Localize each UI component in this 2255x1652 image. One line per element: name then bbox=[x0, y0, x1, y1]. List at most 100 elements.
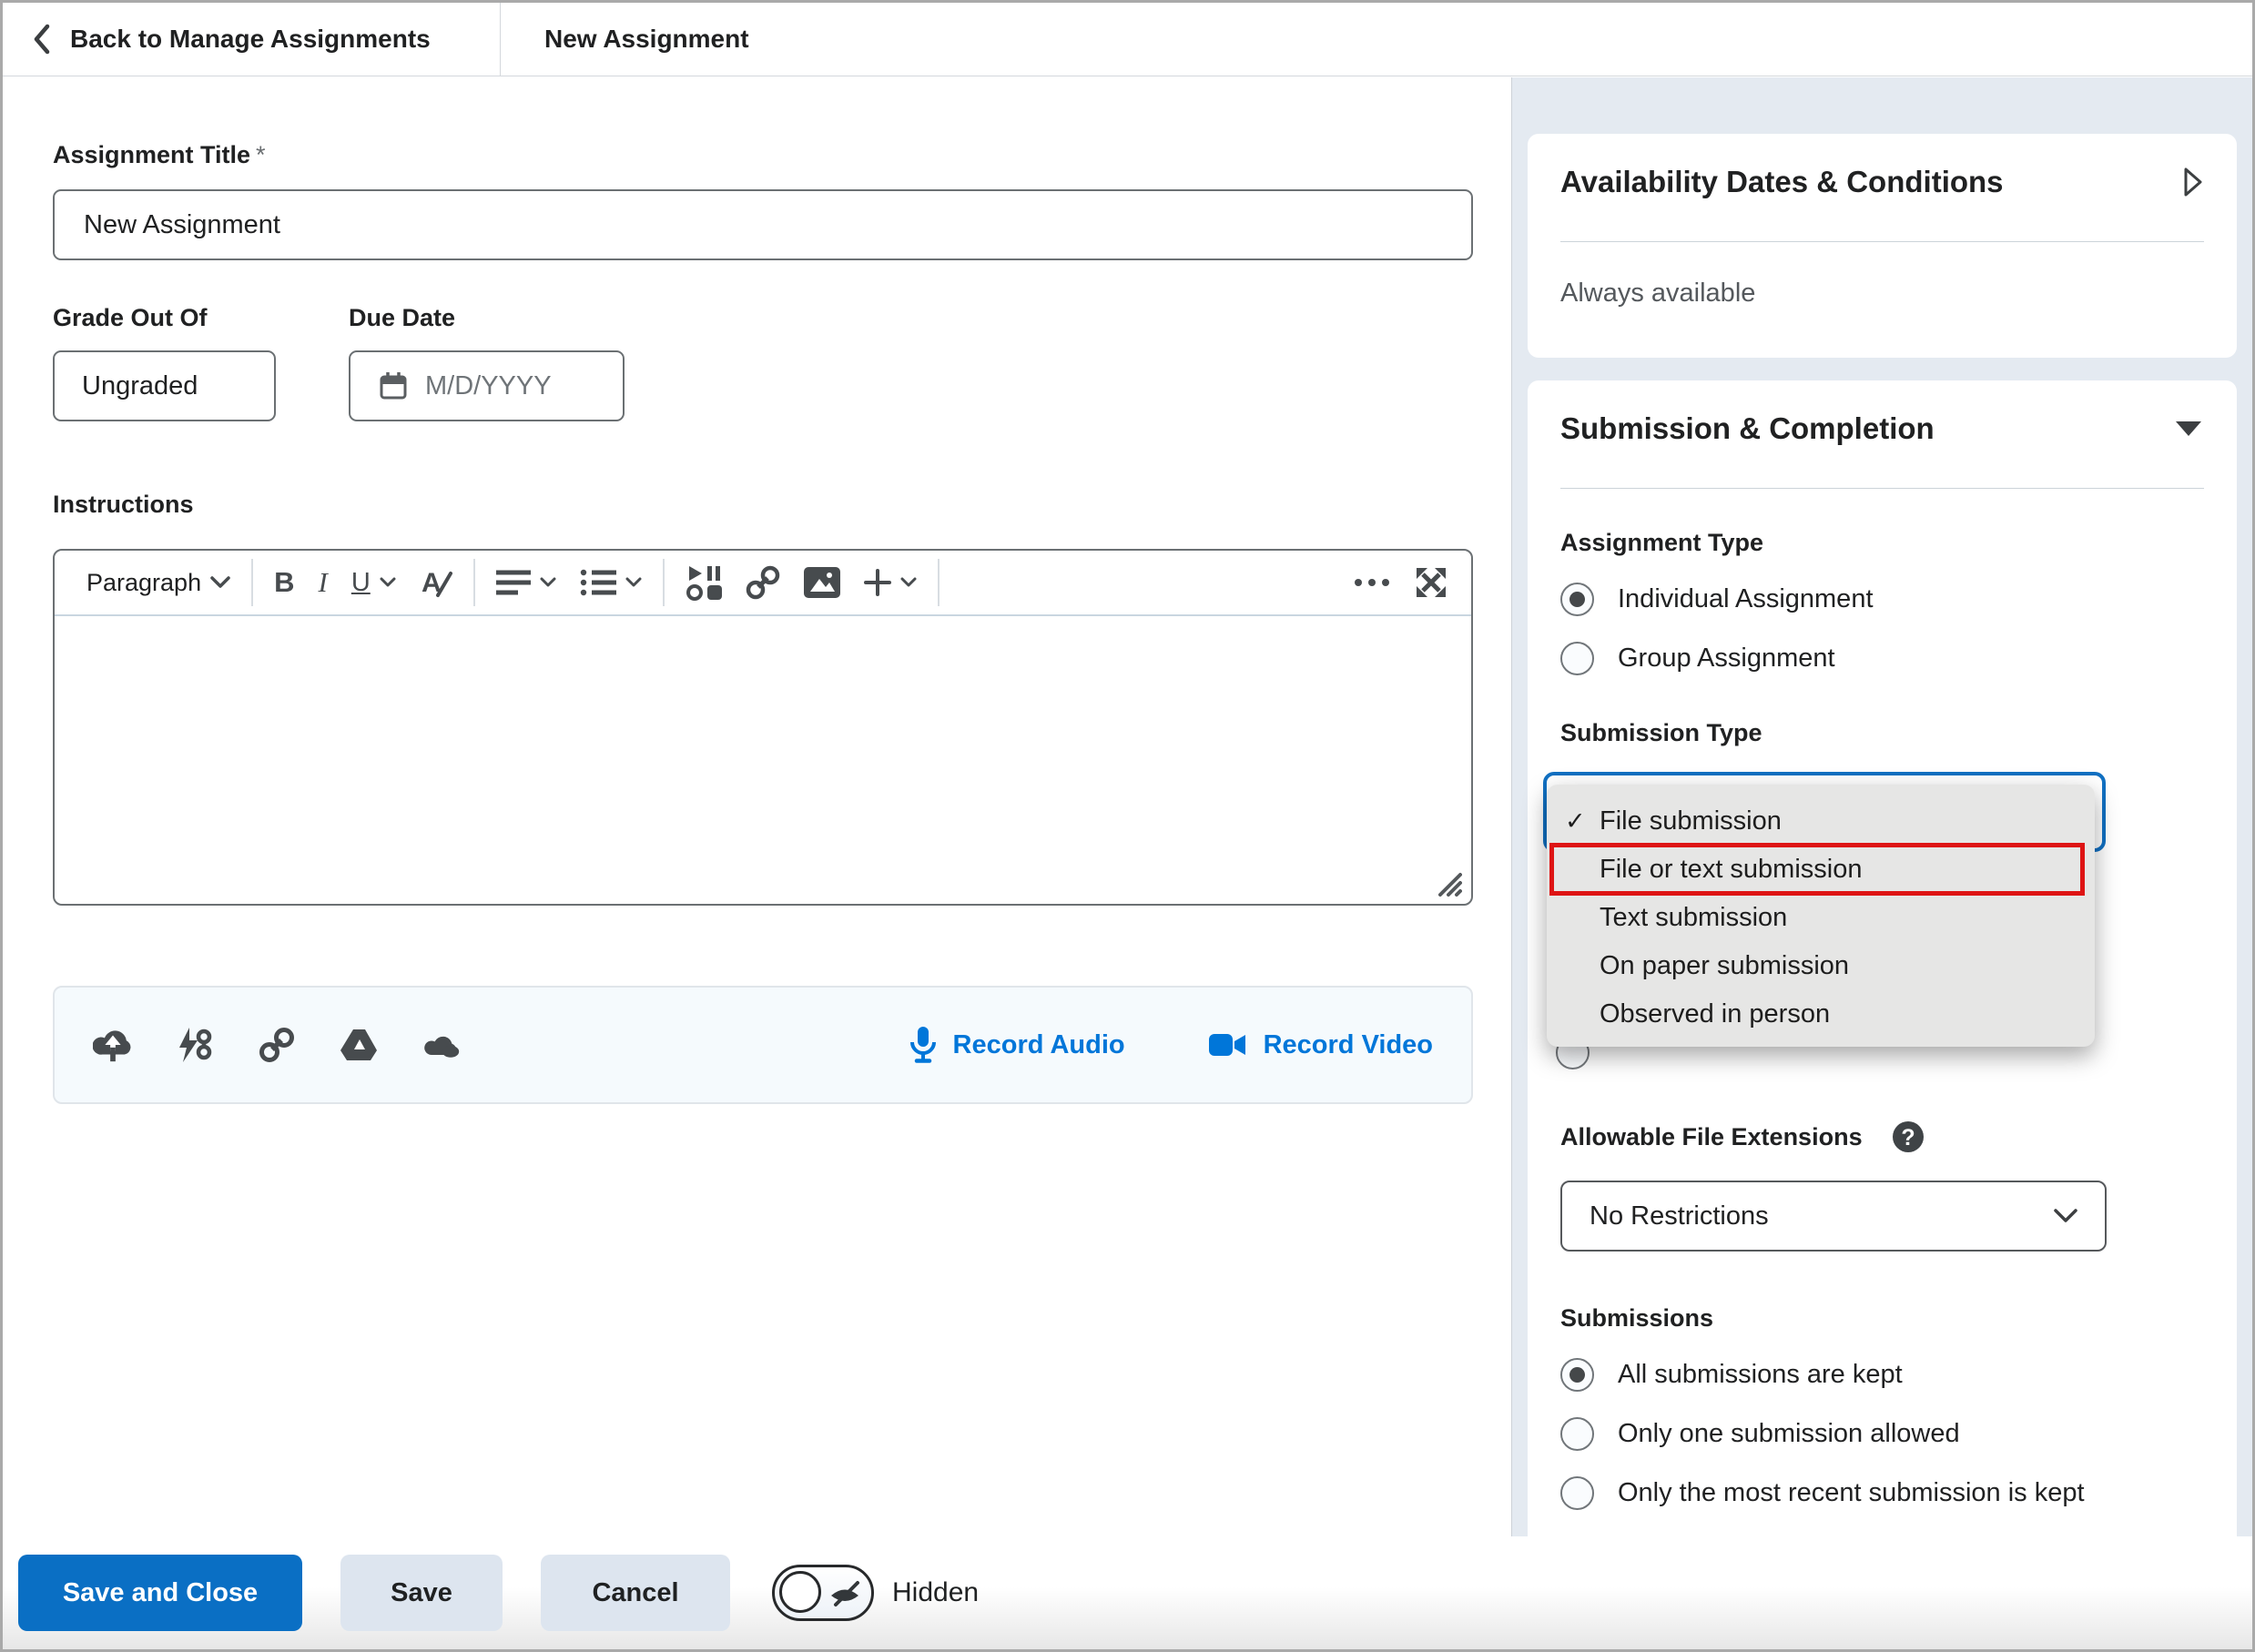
chevron-down-icon bbox=[540, 577, 556, 588]
most-recent-submission-radio[interactable]: Only the most recent submission is kept bbox=[1560, 1476, 2204, 1510]
attachments-toolbar: Record Audio Record Video bbox=[53, 986, 1473, 1104]
checkmark-icon: ✓ bbox=[1565, 807, 1600, 836]
required-indicator: * bbox=[256, 141, 266, 168]
instructions-text-area[interactable] bbox=[55, 616, 1471, 904]
new-assignment-page: Back to Manage Assignments New Assignmen… bbox=[0, 0, 2255, 1652]
individual-assignment-radio[interactable]: Individual Assignment bbox=[1560, 583, 2204, 616]
more-actions-button[interactable] bbox=[1342, 557, 1402, 608]
link-icon bbox=[259, 1027, 295, 1063]
insert-more-dropdown[interactable] bbox=[852, 557, 929, 608]
instructions-label: Instructions bbox=[53, 491, 1473, 519]
eye-slash-icon bbox=[828, 1578, 862, 1609]
radio-unselected-icon bbox=[1560, 642, 1594, 675]
editor-toolbar: Paragraph B I U A bbox=[55, 551, 1471, 616]
grade-out-of-button[interactable]: Ungraded bbox=[53, 350, 276, 421]
radio-selected-icon bbox=[1560, 1358, 1594, 1392]
onedrive-cloud-icon bbox=[421, 1030, 461, 1059]
insert-stuff-button[interactable] bbox=[674, 557, 734, 608]
ellipsis-icon bbox=[1354, 578, 1390, 587]
assignment-type-label: Assignment Type bbox=[1560, 529, 2204, 557]
action-bar: Save and Close Save Cancel Hidden bbox=[3, 1536, 2252, 1649]
insert-image-button[interactable] bbox=[792, 557, 852, 608]
back-to-manage-assignments-link[interactable]: Back to Manage Assignments bbox=[3, 3, 500, 76]
bold-button[interactable]: B bbox=[262, 557, 306, 608]
save-and-close-button[interactable]: Save and Close bbox=[18, 1555, 302, 1631]
google-drive-icon bbox=[339, 1027, 379, 1063]
list-dropdown[interactable] bbox=[568, 557, 654, 608]
video-camera-icon bbox=[1209, 1031, 1247, 1059]
fullscreen-button[interactable] bbox=[1402, 557, 1460, 608]
upload-cloud-icon bbox=[93, 1026, 133, 1064]
quicklink-button[interactable] bbox=[175, 1025, 215, 1065]
toolbar-separator bbox=[663, 559, 665, 606]
due-date-placeholder: M/D/YYYY bbox=[425, 371, 552, 401]
help-icon[interactable]: ? bbox=[1890, 1119, 1926, 1155]
availability-dates-title: Availability Dates & Conditions bbox=[1560, 165, 2004, 199]
font-color-button[interactable]: A bbox=[408, 557, 464, 608]
align-icon bbox=[496, 569, 531, 596]
page-header: Back to Manage Assignments New Assignmen… bbox=[3, 3, 2252, 76]
grade-out-of-label: Grade Out Of bbox=[53, 304, 276, 332]
bullet-list-icon bbox=[580, 569, 616, 596]
assignment-title-input[interactable] bbox=[53, 189, 1473, 260]
toolbar-separator bbox=[938, 559, 940, 606]
svg-text:?: ? bbox=[1901, 1125, 1915, 1150]
fullscreen-icon bbox=[1414, 565, 1448, 600]
radio-unselected-icon bbox=[1560, 1476, 1594, 1510]
allowable-file-extensions-label: Allowable File Extensions bbox=[1560, 1123, 1863, 1151]
insert-stuff-icon bbox=[686, 564, 722, 601]
underline-dropdown[interactable]: U bbox=[340, 557, 408, 608]
link-icon bbox=[746, 565, 780, 600]
page-title: New Assignment bbox=[544, 25, 749, 54]
card-divider bbox=[1560, 488, 2204, 489]
due-date-field: Due Date M/D/YYYY bbox=[349, 304, 625, 421]
group-assignment-radio[interactable]: Group Assignment bbox=[1560, 642, 2204, 675]
menu-option-on-paper-submission[interactable]: On paper submission bbox=[1547, 942, 2095, 990]
cancel-button[interactable]: Cancel bbox=[541, 1555, 730, 1631]
chevron-down-icon bbox=[900, 577, 917, 588]
grade-out-of-field: Grade Out Of Ungraded bbox=[53, 304, 276, 421]
attach-link-button[interactable] bbox=[257, 1025, 297, 1065]
paragraph-format-dropdown[interactable]: Paragraph bbox=[75, 557, 242, 608]
image-icon bbox=[804, 567, 840, 598]
visibility-toggle[interactable] bbox=[772, 1565, 874, 1621]
record-audio-button[interactable]: Record Audio bbox=[909, 1026, 1125, 1064]
hidden-toggle-label: Hidden bbox=[892, 1577, 979, 1608]
toolbar-separator bbox=[251, 559, 253, 606]
menu-option-file-or-text-submission[interactable]: File or text submission bbox=[1547, 846, 2095, 894]
submission-completion-title: Submission & Completion bbox=[1560, 411, 1935, 446]
card-divider bbox=[1560, 241, 2204, 242]
availability-dates-card: Availability Dates & Conditions Always a… bbox=[1528, 134, 2237, 358]
resize-handle-icon[interactable] bbox=[1435, 869, 1462, 897]
plus-icon bbox=[864, 569, 891, 596]
header-divider bbox=[500, 3, 501, 76]
radio-unselected-icon bbox=[1560, 1417, 1594, 1451]
file-extensions-select[interactable]: No Restrictions bbox=[1560, 1181, 2107, 1252]
microphone-icon bbox=[909, 1026, 937, 1064]
insert-link-button[interactable] bbox=[734, 557, 792, 608]
chevron-down-icon bbox=[2054, 1209, 2077, 1223]
availability-dates-header[interactable]: Availability Dates & Conditions bbox=[1560, 165, 2204, 199]
all-submissions-kept-radio[interactable]: All submissions are kept bbox=[1560, 1358, 2204, 1392]
menu-option-file-submission[interactable]: ✓ File submission bbox=[1547, 797, 2095, 846]
alignment-dropdown[interactable] bbox=[484, 557, 568, 608]
back-link-label: Back to Manage Assignments bbox=[70, 25, 431, 54]
onedrive-button[interactable] bbox=[421, 1025, 461, 1065]
italic-button[interactable]: I bbox=[306, 557, 339, 608]
save-button[interactable]: Save bbox=[340, 1555, 503, 1631]
submission-completion-header[interactable]: Submission & Completion bbox=[1560, 411, 2204, 446]
only-one-submission-radio[interactable]: Only one submission allowed bbox=[1560, 1417, 2204, 1451]
record-video-button[interactable]: Record Video bbox=[1209, 1030, 1433, 1060]
toolbar-separator bbox=[473, 559, 475, 606]
triangle-down-icon bbox=[2173, 417, 2204, 441]
availability-status: Always available bbox=[1560, 279, 2204, 309]
upload-file-button[interactable] bbox=[93, 1025, 133, 1065]
instructions-editor: Paragraph B I U A bbox=[53, 549, 1473, 906]
font-color-icon: A bbox=[420, 566, 452, 599]
menu-option-text-submission[interactable]: Text submission bbox=[1547, 894, 2095, 942]
triangle-right-icon bbox=[2180, 166, 2204, 198]
menu-option-observed-in-person[interactable]: Observed in person bbox=[1547, 990, 2095, 1039]
google-drive-button[interactable] bbox=[339, 1025, 379, 1065]
due-date-input[interactable]: M/D/YYYY bbox=[349, 350, 625, 421]
submission-type-menu: ✓ File submission File or text submissio… bbox=[1547, 785, 2095, 1047]
